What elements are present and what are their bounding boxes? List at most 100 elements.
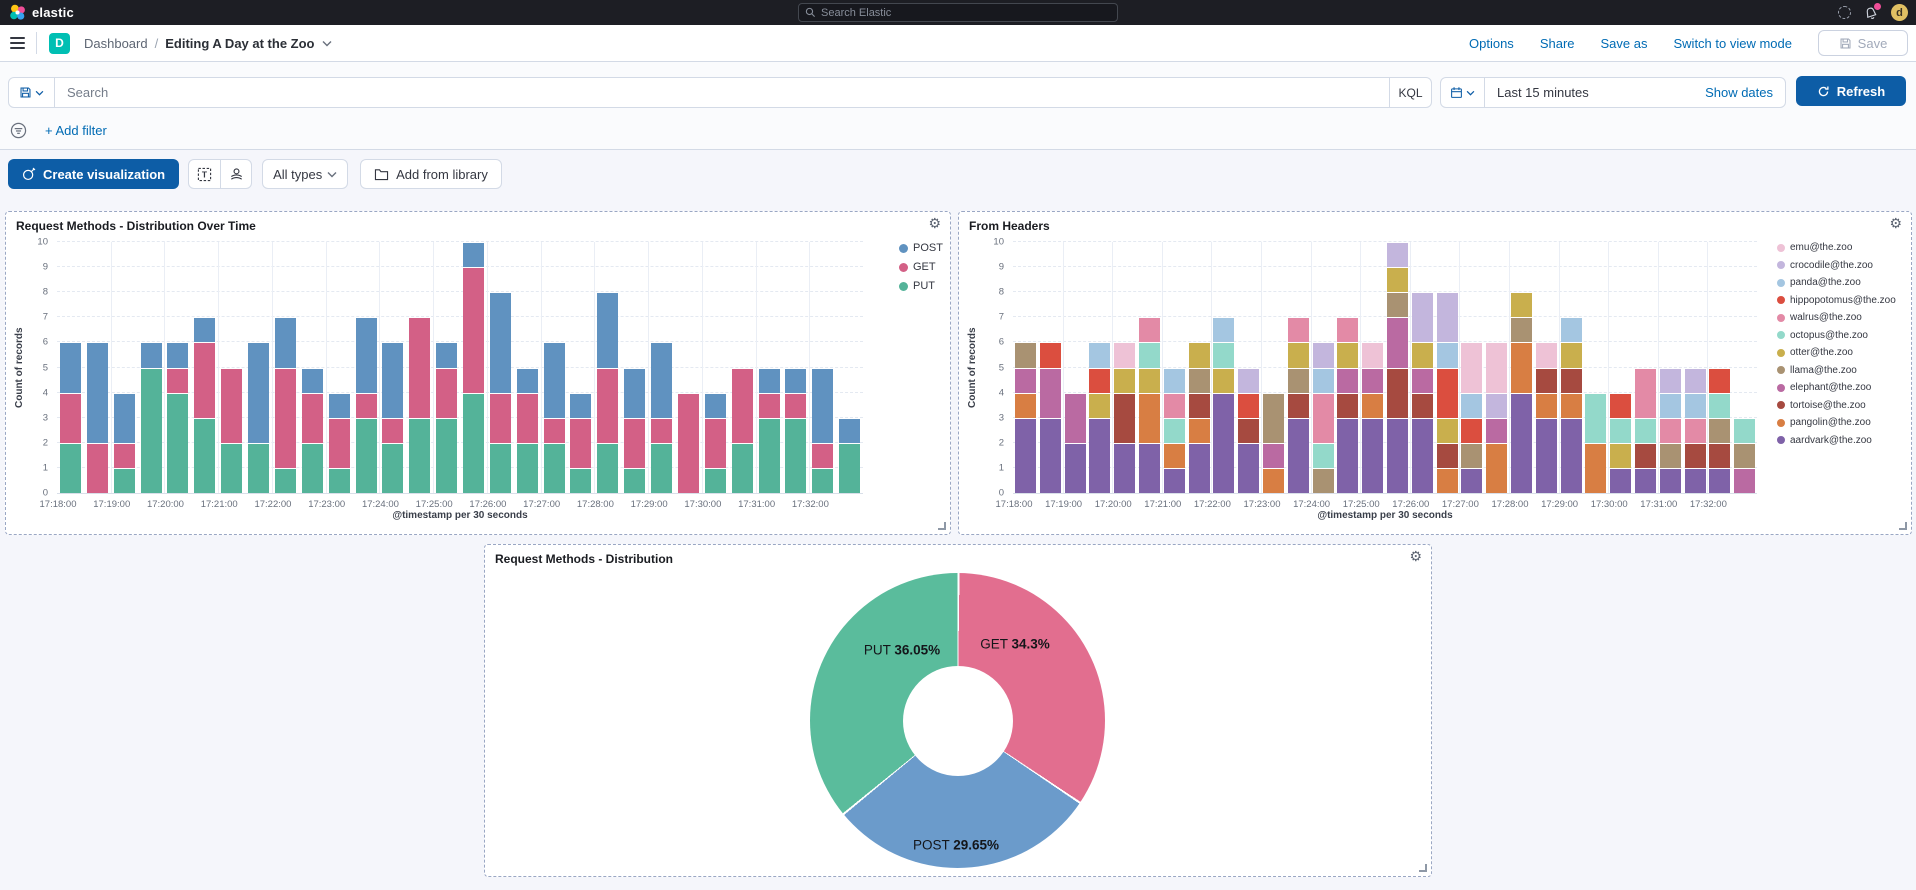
bar-segment[interactable] [1412,293,1433,342]
bar-segment[interactable] [1362,394,1383,418]
bar-segment[interactable] [1189,343,1210,367]
bar-segment[interactable] [1288,318,1309,342]
bar-segment[interactable] [1337,318,1358,342]
bar-segment[interactable] [382,343,403,417]
legend-item[interactable]: GET [899,261,943,273]
bar-segment[interactable] [1189,419,1210,443]
bar-segment[interactable] [1660,469,1681,493]
bar-segment[interactable] [1511,293,1532,317]
global-search-input[interactable] [821,7,1111,19]
query-input[interactable] [55,85,1389,100]
bar-segment[interactable] [1387,268,1408,292]
bar-segment[interactable] [705,394,726,418]
bar-segment[interactable] [1362,419,1383,493]
bar-segment[interactable] [1213,343,1234,367]
bar-segment[interactable] [651,343,672,417]
bar-segment[interactable] [1461,469,1482,493]
legend-item[interactable]: llama@the.zoo [1777,365,1896,376]
bar-segment[interactable] [409,419,430,493]
bar-segment[interactable] [1114,369,1135,393]
bar-segment[interactable] [1040,343,1061,367]
bar-segment[interactable] [1660,394,1681,418]
bar-segment[interactable] [597,444,618,493]
legend-item[interactable]: otter@the.zoo [1777,347,1896,358]
bar-segment[interactable] [1685,369,1706,393]
bar-segment[interactable] [1709,394,1730,418]
bar-segment[interactable] [1288,419,1309,493]
save-button[interactable]: Save [1818,30,1908,56]
bar-segment[interactable] [329,469,350,493]
bar-segment[interactable] [1263,469,1284,493]
legend-item[interactable]: emu@the.zoo [1777,242,1896,253]
bar-segment[interactable] [141,343,162,367]
bar-segment[interactable] [1486,444,1507,493]
bar-segment[interactable] [732,444,753,493]
bar-segment[interactable] [275,469,296,493]
bar-segment[interactable] [114,469,135,493]
bar-segment[interactable] [570,394,591,418]
bar-segment[interactable] [60,394,81,443]
bar-segment[interactable] [1139,343,1160,367]
global-search[interactable] [798,3,1118,22]
bar-segment[interactable] [624,419,645,468]
donut-chart[interactable] [810,573,1105,868]
bar-segment[interactable] [1709,469,1730,493]
bar-segment[interactable] [1337,369,1358,393]
bar-segment[interactable] [517,394,538,443]
menu-icon[interactable] [10,37,25,49]
bar-segment[interactable] [1114,343,1135,367]
save-as-button[interactable]: Save as [1601,36,1648,51]
bar-segment[interactable] [570,419,591,468]
bar-segment[interactable] [1313,394,1334,443]
bar-segment[interactable] [1486,394,1507,418]
notifications-icon[interactable] [1864,6,1878,20]
bar-segment[interactable] [1015,369,1036,393]
bar-segment[interactable] [302,444,323,493]
bar-segment[interactable] [1660,369,1681,393]
bar-segment[interactable] [1536,419,1557,493]
query-language-button[interactable]: KQL [1389,78,1431,107]
bar-segment[interactable] [1461,343,1482,392]
bar-segment[interactable] [1139,394,1160,443]
bar-segment[interactable] [1536,369,1557,393]
bar-segment[interactable] [1685,444,1706,468]
bar-segment[interactable] [302,394,323,443]
bar-segment[interactable] [463,268,484,393]
bar-segment[interactable] [1040,419,1061,493]
bar-segment[interactable] [248,343,269,442]
bar-segment[interactable] [1734,419,1755,443]
bar-segment[interactable] [1610,469,1631,493]
bar-segment[interactable] [1511,394,1532,493]
resize-handle-icon[interactable] [1419,864,1427,872]
bar-segment[interactable] [1610,419,1631,443]
bar-segment[interactable] [1164,444,1185,468]
bar-segment[interactable] [759,394,780,418]
bar-segment[interactable] [87,343,108,442]
bar-segment[interactable] [221,444,242,493]
bar-segment[interactable] [1040,369,1061,418]
bar-segment[interactable] [812,469,833,493]
bar-segment[interactable] [1015,343,1036,367]
bar-segment[interactable] [839,444,860,493]
switch-to-view-mode-button[interactable]: Switch to view mode [1674,36,1793,51]
bar-segment[interactable] [1337,394,1358,418]
bar-segment[interactable] [1561,369,1582,393]
bar-segment[interactable] [1486,343,1507,392]
gear-icon[interactable]: ⚙ [928,216,941,230]
bar-segment[interactable] [1387,419,1408,493]
legend-item[interactable]: crocodile@the.zoo [1777,260,1896,271]
panel-title[interactable]: Request Methods - Distribution Over Time [16,219,256,233]
bar-segment[interactable] [517,369,538,393]
bar-segment[interactable] [624,369,645,418]
bar-segment[interactable] [624,469,645,493]
bar-segment[interactable] [1709,369,1730,393]
legend-item[interactable]: elephant@the.zoo [1777,382,1896,393]
bar-segment[interactable] [1511,343,1532,392]
refresh-button[interactable]: Refresh [1796,76,1906,106]
bar-segment[interactable] [1660,419,1681,443]
bar-segment[interactable] [1164,394,1185,418]
bar-segment[interactable] [1089,369,1110,393]
bar-segment[interactable] [1387,318,1408,367]
help-icon[interactable] [1838,6,1851,19]
bar-segment[interactable] [1536,394,1557,418]
